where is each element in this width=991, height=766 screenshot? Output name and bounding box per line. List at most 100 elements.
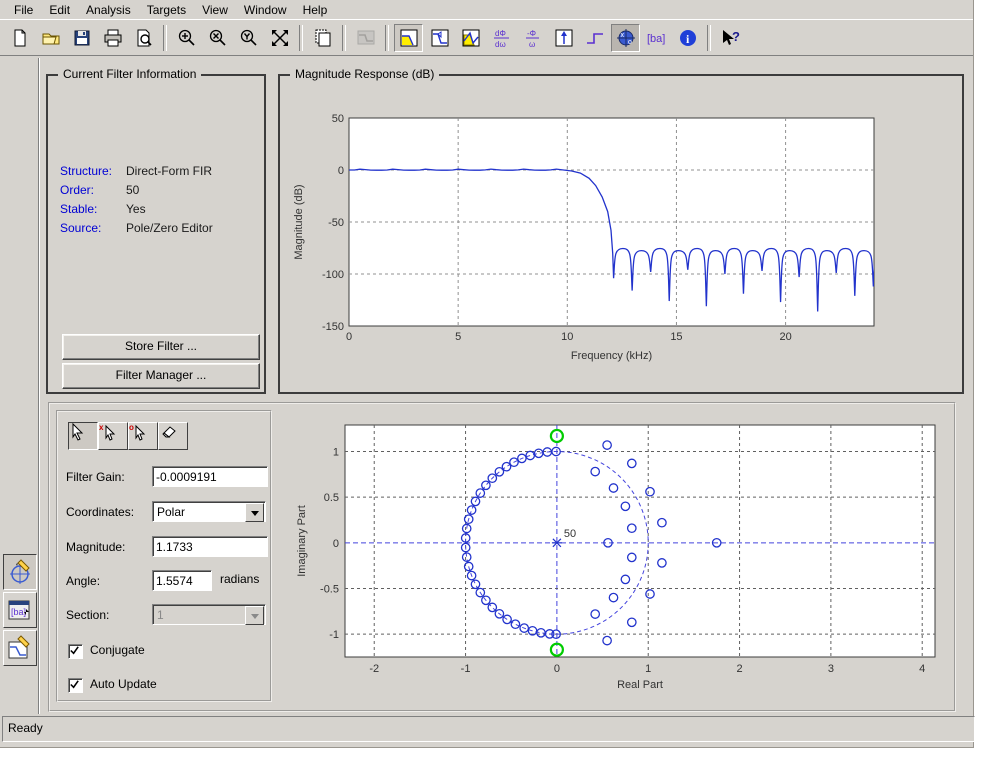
svg-text:10: 10: [561, 331, 573, 343]
open-file-button[interactable]: [36, 24, 65, 52]
svg-text:-150: -150: [322, 321, 344, 333]
phase-response-icon: [430, 28, 450, 48]
svg-text:0: 0: [554, 663, 560, 675]
magnitude-and-phase-response-icon: [461, 28, 481, 48]
import-filter-icon: [ba]: [7, 596, 33, 624]
zoom-y-button[interactable]: [234, 24, 263, 52]
print-button[interactable]: [98, 24, 127, 52]
fdatool-window: File Edit Analysis Targets View Window H…: [0, 0, 974, 748]
svg-text:Imaginary Part: Imaginary Part: [296, 505, 308, 577]
pole-zero-plot-button[interactable]: xo: [611, 24, 640, 52]
svg-text:1: 1: [645, 663, 651, 675]
context-help-button[interactable]: ?: [716, 24, 745, 52]
context-help-icon: ?: [719, 28, 743, 48]
sidebar-pole-zero-editor-button[interactable]: [3, 554, 37, 590]
svg-text:dΦ: dΦ: [495, 29, 506, 38]
svg-text:-2: -2: [369, 663, 379, 675]
full-view-icon: [270, 28, 290, 48]
svg-text:3: 3: [828, 663, 834, 675]
svg-text:0.5: 0.5: [324, 492, 339, 504]
structure-value: Direct-Form FIR: [126, 164, 212, 178]
filter-stable-row: Stable:Yes: [60, 202, 146, 216]
filter-information-icon: i: [678, 28, 698, 48]
pole-zero-plot[interactable]: -2-10123410.50-0.5-1Real PartImaginary P…: [50, 404, 954, 710]
zoom-y-icon: [239, 28, 259, 48]
magnitude-response-icon: [399, 28, 419, 48]
svg-text:0: 0: [346, 331, 352, 343]
filter-specifications-icon: [356, 28, 376, 48]
svg-text:-0.5: -0.5: [320, 583, 339, 595]
phase-delay-button[interactable]: -Φω: [518, 24, 547, 52]
group-delay-button[interactable]: dΦ dω: [487, 24, 516, 52]
sidebar-import-filter-button[interactable]: [ba]: [3, 592, 37, 628]
filter-structure-row: Structure:Direct-Form FIR: [60, 164, 212, 178]
store-filter-button[interactable]: Store Filter ...: [62, 334, 260, 360]
filter-information-button[interactable]: i: [673, 24, 702, 52]
stable-label: Stable:: [60, 202, 126, 216]
menu-view[interactable]: View: [194, 1, 236, 19]
status-bar: Ready: [2, 716, 975, 742]
toolbar-separator: [299, 25, 303, 51]
svg-text:Frequency (kHz): Frequency (kHz): [571, 350, 652, 362]
svg-text:x: x: [620, 32, 624, 39]
sidebar-divider: [38, 58, 40, 714]
filter-source-row: Source:Pole/Zero Editor: [60, 221, 213, 235]
svg-text:20: 20: [779, 331, 791, 343]
svg-text:dω: dω: [495, 40, 506, 49]
order-value: 50: [126, 183, 139, 197]
svg-text:1: 1: [333, 446, 339, 458]
zoom-in-button[interactable]: [172, 24, 201, 52]
source-label: Source:: [60, 221, 126, 235]
toolbar-separator: [707, 25, 711, 51]
pole-multiplicity-label: 50: [564, 528, 576, 540]
svg-text:0: 0: [333, 538, 339, 550]
print-to-figure-icon: [313, 28, 333, 48]
filter-specifications-button[interactable]: [351, 24, 380, 52]
svg-text:15: 15: [670, 331, 682, 343]
new-file-button[interactable]: [5, 24, 34, 52]
zoom-x-button[interactable]: [203, 24, 232, 52]
menu-window[interactable]: Window: [236, 1, 295, 19]
svg-text:50: 50: [332, 113, 344, 125]
magnitude-and-phase-response-button[interactable]: [456, 24, 485, 52]
impulse-response-icon: [554, 28, 574, 48]
save-button[interactable]: [67, 24, 96, 52]
new-file-icon: [10, 28, 30, 48]
print-preview-icon: [134, 28, 154, 48]
order-label: Order:: [60, 183, 126, 197]
full-view-button[interactable]: [265, 24, 294, 52]
menu-analysis[interactable]: Analysis: [78, 1, 139, 19]
sidebar-design-filter-button[interactable]: [3, 630, 37, 666]
status-text: Ready: [8, 721, 43, 735]
menu-edit[interactable]: Edit: [41, 1, 78, 19]
svg-text:-1: -1: [461, 663, 471, 675]
magnitude-response-button[interactable]: [394, 24, 423, 52]
print-preview-button[interactable]: [129, 24, 158, 52]
zoom-in-icon: [177, 28, 197, 48]
toolbar-separator: [163, 25, 167, 51]
magnitude-response-panel: Magnitude Response (dB) 05101520500-50-1…: [278, 74, 964, 394]
filter-order-row: Order:50: [60, 183, 139, 197]
filter-manager-button[interactable]: Filter Manager ...: [62, 363, 260, 389]
filter-coefficients-icon: [ba]: [645, 28, 669, 48]
source-value: Pole/Zero Editor: [126, 221, 213, 235]
step-response-button[interactable]: [580, 24, 609, 52]
structure-label: Structure:: [60, 164, 126, 178]
impulse-response-button[interactable]: [549, 24, 578, 52]
filter-coefficients-button[interactable]: [ba]: [642, 24, 671, 52]
svg-text:-50: -50: [328, 217, 344, 229]
svg-text:0: 0: [338, 165, 344, 177]
svg-text:[ba]: [ba]: [647, 33, 665, 45]
toolbar-separator: [385, 25, 389, 51]
phase-response-button[interactable]: [425, 24, 454, 52]
menu-help[interactable]: Help: [295, 1, 336, 19]
print-to-figure-button[interactable]: [308, 24, 337, 52]
menu-file[interactable]: File: [6, 1, 41, 19]
svg-text:-Φ: -Φ: [527, 29, 536, 38]
stable-value: Yes: [126, 202, 146, 216]
toolbar: dΦ dω -Φω xo [ba] i ?: [0, 19, 973, 56]
current-filter-information-title: Current Filter Information: [58, 67, 201, 81]
svg-text:?: ?: [732, 29, 740, 44]
menu-targets[interactable]: Targets: [139, 1, 194, 19]
menubar: File Edit Analysis Targets View Window H…: [0, 0, 979, 19]
